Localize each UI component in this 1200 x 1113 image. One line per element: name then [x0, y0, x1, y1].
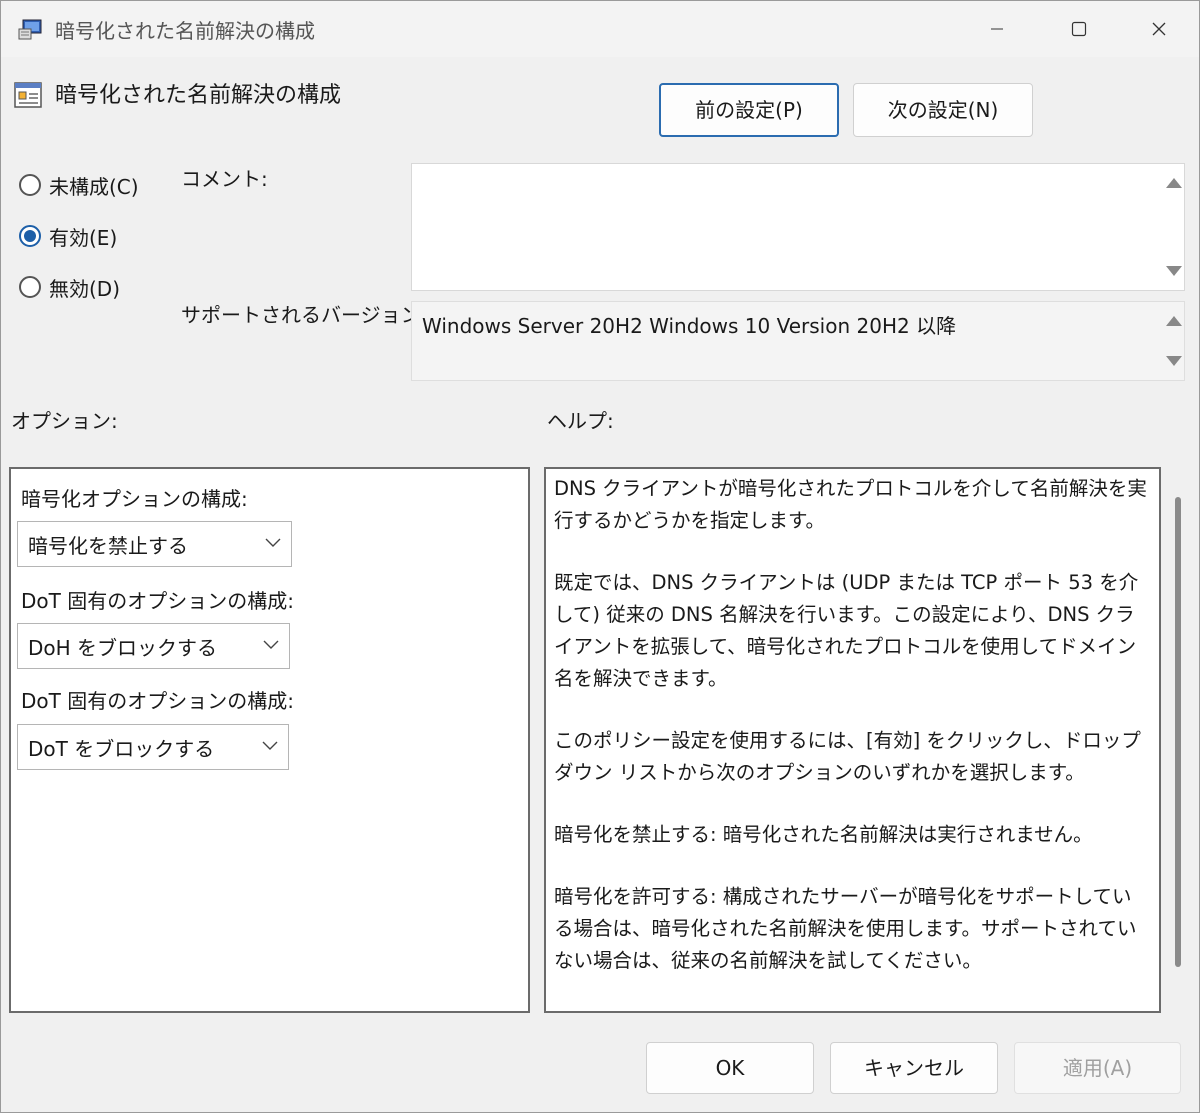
minimize-button[interactable]	[967, 11, 1027, 47]
help-scroll-thumb[interactable]	[1175, 497, 1181, 967]
help-label: ヘルプ:	[547, 409, 614, 433]
radio-not-configured-label: 未構成(C)	[49, 174, 139, 199]
radio-enabled[interactable]: 有効(E)	[19, 221, 117, 251]
policy-title: 暗号化された名前解決の構成	[55, 83, 342, 108]
radio-disabled-control[interactable]	[19, 276, 41, 298]
encryption-option-select[interactable]: 暗号化を禁止する	[17, 521, 292, 567]
minimize-icon	[991, 28, 1003, 30]
help-paragraph: 暗号化を禁止する: 暗号化された名前解決は実行されません。	[554, 823, 1093, 846]
doh-option-select[interactable]: DoH をブロックする	[17, 623, 290, 669]
chevron-down-icon	[265, 538, 281, 547]
scroll-down-icon[interactable]	[1166, 356, 1182, 366]
cancel-button[interactable]: キャンセル	[830, 1042, 998, 1094]
supported-on-label: サポートされるバージョン:	[181, 303, 428, 327]
encryption-option-label: 暗号化オプションの構成:	[21, 487, 248, 511]
help-paragraph: DNS クライアントが暗号化されたプロトコルを介して名前解決を実行するかどうかを…	[554, 477, 1147, 532]
comment-field[interactable]	[411, 163, 1185, 291]
help-paragraph: 既定では、DNS クライアントは (UDP または TCP ポート 53 を介し…	[554, 571, 1139, 690]
help-scrollbar[interactable]	[1169, 467, 1187, 1009]
doh-option-label: DoT 固有のオプションの構成:	[21, 589, 294, 613]
radio-disabled[interactable]: 無効(D)	[19, 272, 120, 302]
radio-enabled-control[interactable]	[19, 225, 41, 247]
options-panel: 暗号化オプションの構成: 暗号化を禁止する DoT 固有のオプションの構成: D…	[9, 467, 530, 1013]
policy-dialog: 暗号化された名前解決の構成 暗号化された名前解決の構成 前の設定(P) 次の設定…	[0, 0, 1200, 1113]
scroll-down-icon[interactable]	[1166, 266, 1182, 276]
help-panel: DNS クライアントが暗号化されたプロトコルを介して名前解決を実行するかどうかを…	[544, 467, 1161, 1013]
help-text: DNS クライアントが暗号化されたプロトコルを介して名前解決を実行するかどうかを…	[554, 473, 1150, 1007]
policy-setting-icon	[14, 82, 42, 108]
comment-label: コメント:	[181, 167, 268, 191]
chevron-down-icon	[262, 741, 278, 750]
radio-disabled-label: 無効(D)	[49, 276, 121, 301]
supported-on-scrollbar[interactable]	[1160, 302, 1184, 380]
help-paragraph: このポリシー設定を使用するには、[有効] をクリックし、ドロップダウン リストか…	[554, 729, 1141, 784]
close-icon	[1152, 22, 1166, 36]
dot-option-select[interactable]: DoT をブロックする	[17, 724, 289, 770]
supported-on-field: Windows Server 20H2 Windows 10 Version 2…	[411, 301, 1185, 381]
maximize-button[interactable]	[1049, 11, 1109, 47]
help-paragraph: 暗号化を許可する: 構成されたサーバーが暗号化をサポートしている場合は、暗号化さ…	[554, 885, 1137, 972]
title-bar: 暗号化された名前解決の構成	[1, 1, 1199, 57]
scroll-up-icon[interactable]	[1166, 316, 1182, 326]
radio-enabled-label: 有効(E)	[49, 225, 118, 250]
window-title: 暗号化された名前解決の構成	[55, 19, 315, 43]
scroll-up-icon[interactable]	[1166, 178, 1182, 188]
apply-button[interactable]: 適用(A)	[1014, 1042, 1181, 1094]
close-button[interactable]	[1129, 11, 1189, 47]
comment-scrollbar[interactable]	[1160, 164, 1184, 290]
next-setting-button[interactable]: 次の設定(N)	[853, 83, 1033, 137]
options-label: オプション:	[11, 409, 118, 433]
chevron-down-icon	[263, 640, 279, 649]
supported-on-value: Windows Server 20H2 Windows 10 Version 2…	[422, 314, 957, 338]
doh-option-value: DoH をブロックする	[28, 635, 218, 660]
previous-setting-button[interactable]: 前の設定(P)	[659, 83, 839, 137]
dot-option-value: DoT をブロックする	[28, 736, 215, 761]
radio-not-configured-control[interactable]	[19, 174, 41, 196]
ok-button[interactable]: OK	[646, 1042, 814, 1094]
app-icon	[18, 19, 42, 40]
maximize-icon	[1071, 21, 1087, 37]
radio-not-configured[interactable]: 未構成(C)	[19, 170, 139, 200]
dot-option-label: DoT 固有のオプションの構成:	[21, 689, 294, 713]
encryption-option-value: 暗号化を禁止する	[28, 533, 188, 558]
